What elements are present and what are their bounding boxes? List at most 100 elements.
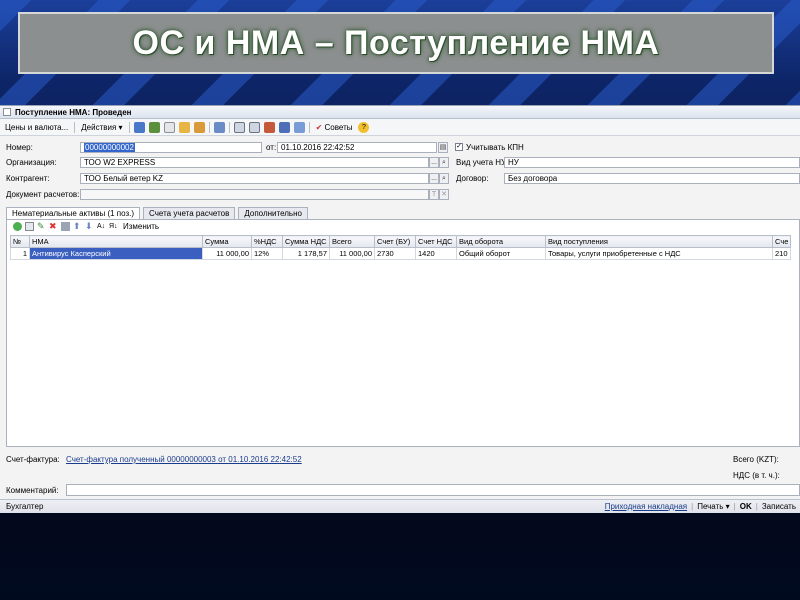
- grid-toolbar: ✎ ✖ ⬆ ⬇ A↓ Я↓ Изменить: [13, 222, 159, 231]
- col-header[interactable]: Сче: [771, 235, 792, 248]
- contract-label: Договор:: [456, 174, 489, 183]
- sort-asc-icon[interactable]: A↓: [97, 222, 106, 231]
- organization-field[interactable]: ТОО W2 EXPRESS: [80, 157, 429, 168]
- save-icon[interactable]: [133, 121, 145, 133]
- cell-receipt-type[interactable]: Товары, услуги приобретенные с НДС: [545, 247, 773, 260]
- tips-button[interactable]: ✔ Советы: [314, 123, 355, 132]
- report-icon[interactable]: [278, 121, 290, 133]
- fill-icon[interactable]: [178, 121, 190, 133]
- toolbar-separator: [208, 121, 210, 133]
- toolbar-separator: [74, 121, 76, 133]
- prices-currency-button[interactable]: Цены и валюта...: [3, 123, 70, 132]
- cell-account-vat[interactable]: 1420: [415, 247, 457, 260]
- tab-intangible-assets[interactable]: Нематериальные активы (1 поз.): [6, 207, 141, 219]
- invoice-link[interactable]: Счет-фактура полученный 00000000003 от 0…: [66, 455, 302, 464]
- settlement-type-button[interactable]: T: [429, 189, 439, 200]
- print-label: Печать: [697, 502, 724, 511]
- settlement-doc-field[interactable]: [80, 189, 429, 200]
- comment-field[interactable]: [66, 484, 800, 496]
- copy-icon[interactable]: [163, 121, 175, 133]
- col-header[interactable]: %НДС: [251, 235, 283, 248]
- move-up-icon[interactable]: ⬆: [73, 222, 82, 231]
- col-header[interactable]: НМА: [29, 235, 203, 248]
- slide-title-box: ОС и НМА – Поступление НМА: [18, 12, 774, 74]
- kpn-checkbox[interactable]: ✓: [455, 143, 463, 151]
- table-header-row: № НМА Сумма %НДС Сумма НДС Всего Счет (Б…: [10, 235, 792, 248]
- movements-icon[interactable]: [263, 121, 275, 133]
- tab-panel: ✎ ✖ ⬆ ⬇ A↓ Я↓ Изменить № НМА Сумма %НДС …: [6, 219, 800, 447]
- nu-label: Вид учета НУ:: [456, 158, 509, 167]
- based-on-icon[interactable]: [193, 121, 205, 133]
- cell-amount[interactable]: 11 000,00: [202, 247, 252, 260]
- status-separator: |: [733, 502, 736, 511]
- vat-total-label: НДС (в т. ч.):: [733, 471, 780, 480]
- ok-button[interactable]: OK: [740, 502, 752, 511]
- invoice-label: Счет-фактура:: [6, 455, 60, 464]
- settlement-clear-button[interactable]: ✕: [439, 189, 449, 200]
- number-field[interactable]: 00000000002: [80, 142, 262, 153]
- document-icon: [3, 108, 11, 116]
- contractor-select-button[interactable]: ...: [429, 173, 439, 184]
- window-toolbar: Цены и валюта... Действия ▾ ✔ Советы ?: [0, 119, 800, 136]
- total-label: Всего (KZT):: [733, 455, 779, 464]
- toolbar-separator: [128, 121, 130, 133]
- cell-account-extra[interactable]: 210: [771, 247, 792, 260]
- print-button[interactable]: Печать ▾: [697, 502, 729, 511]
- assets-table: № НМА Сумма %НДС Сумма НДС Всего Счет (Б…: [10, 235, 792, 260]
- tab-strip: Нематериальные активы (1 поз.) Счета уче…: [6, 207, 308, 219]
- change-button[interactable]: Изменить: [123, 222, 159, 231]
- window-titlebar: Поступление НМА: Проведен: [0, 106, 800, 119]
- contractor-field[interactable]: ТОО Белый ветер KZ: [80, 173, 429, 184]
- org-label: Организация:: [6, 158, 57, 167]
- toolbar-separator: [228, 121, 230, 133]
- delete-row-icon[interactable]: ✖: [49, 222, 58, 231]
- list-icon[interactable]: [233, 121, 245, 133]
- actions-label: Действия: [81, 122, 117, 132]
- cell-turnover-type[interactable]: Общий оборот: [456, 247, 546, 260]
- col-header[interactable]: Счет НДС: [415, 235, 457, 248]
- tab-settlement-accounts[interactable]: Счета учета расчетов: [143, 207, 236, 219]
- date-field[interactable]: 01.10.2016 22:42:52: [277, 142, 437, 153]
- add-row-icon[interactable]: [13, 222, 22, 231]
- calendar-icon[interactable]: ▤: [438, 142, 448, 153]
- col-header[interactable]: Всего: [329, 235, 375, 248]
- table-row[interactable]: 1 Антивирус Касперский 11 000,00 12% 1 1…: [10, 247, 792, 260]
- col-header[interactable]: №: [10, 235, 30, 248]
- cell-account-bu[interactable]: 2730: [374, 247, 416, 260]
- status-separator: |: [755, 502, 758, 511]
- help-icon[interactable]: ?: [358, 121, 370, 133]
- cell-asset[interactable]: Антивирус Касперский: [29, 247, 203, 260]
- edit-row-icon[interactable]: ✎: [37, 222, 46, 231]
- status-user: Бухгалтер: [6, 502, 44, 511]
- cell-total[interactable]: 11 000,00: [329, 247, 375, 260]
- col-header[interactable]: Вид оборота: [456, 235, 546, 248]
- copy-row-icon[interactable]: [25, 222, 34, 231]
- nu-field[interactable]: НУ: [504, 157, 800, 168]
- col-header[interactable]: Вид поступления: [545, 235, 773, 248]
- col-header[interactable]: Счет (БУ): [374, 235, 416, 248]
- sort-desc-icon[interactable]: Я↓: [109, 222, 118, 231]
- actions-menu-button[interactable]: Действия ▾: [79, 123, 124, 132]
- org-search-icon[interactable]: ⌕: [439, 157, 449, 168]
- contractor-label: Контрагент:: [6, 174, 50, 183]
- structure-icon[interactable]: [248, 121, 260, 133]
- post-icon[interactable]: [148, 121, 160, 133]
- go-menu-icon[interactable]: [213, 121, 225, 133]
- col-header[interactable]: Сумма: [202, 235, 252, 248]
- waybill-button[interactable]: Приходная накладная: [605, 502, 687, 511]
- cell-vat-amount[interactable]: 1 178,57: [282, 247, 330, 260]
- settings-icon[interactable]: [293, 121, 305, 133]
- org-select-button[interactable]: ...: [429, 157, 439, 168]
- col-header[interactable]: Сумма НДС: [282, 235, 330, 248]
- cell-vat-rate[interactable]: 12%: [251, 247, 283, 260]
- number-value: 00000000002: [84, 143, 135, 152]
- end-edit-icon[interactable]: [61, 222, 70, 231]
- contract-field[interactable]: Без договора: [504, 173, 800, 184]
- comment-label: Комментарий:: [6, 486, 59, 495]
- date-label: от:: [266, 143, 277, 152]
- cell-index[interactable]: 1: [10, 247, 30, 260]
- tab-additional[interactable]: Дополнительно: [238, 207, 308, 219]
- contractor-search-icon[interactable]: ⌕: [439, 173, 449, 184]
- save-button[interactable]: Записать: [762, 502, 796, 511]
- move-down-icon[interactable]: ⬇: [85, 222, 94, 231]
